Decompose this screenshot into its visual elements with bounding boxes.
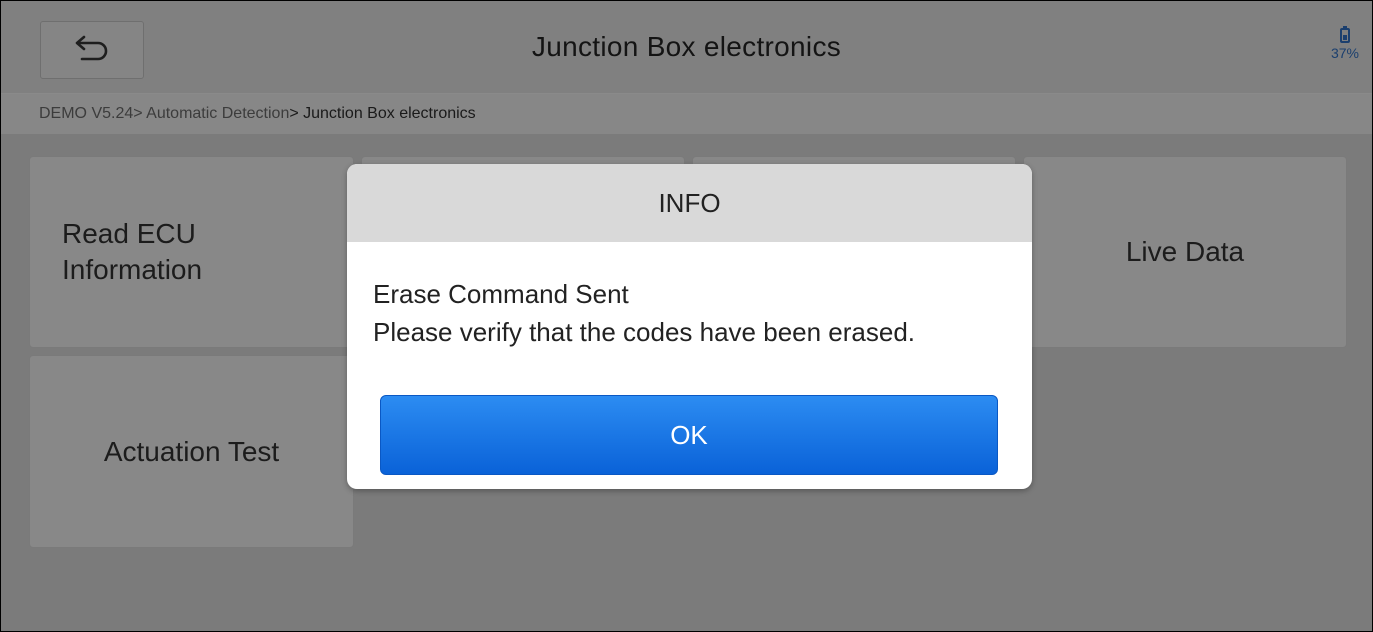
tile-label-line1: Read ECU — [62, 218, 196, 249]
tile-label: Read ECU Information — [62, 216, 202, 288]
live-data-tile[interactable]: Live Data — [1023, 156, 1347, 348]
tile-label: Live Data — [1125, 236, 1245, 267]
tile-label: Actuation Test — [103, 435, 280, 467]
page-title: Junction Box electronics — [531, 31, 842, 62]
info-dialog: INFO Erase Command Sent Please verify th… — [347, 164, 1032, 489]
actuation-test-tile[interactable]: Actuation Test — [29, 355, 354, 548]
breadcrumb-current: > Junction Box electronics — [289, 105, 476, 122]
battery-icon — [1340, 26, 1350, 43]
ok-button[interactable]: OK — [380, 395, 998, 475]
read-ecu-information-tile[interactable]: Read ECU Information — [29, 156, 354, 348]
breadcrumb: DEMO V5.24> Automatic Detection > Junctio… — [1, 94, 1372, 134]
dialog-message-line2: Please verify that the codes have been e… — [373, 317, 916, 347]
battery-percent: 37% — [1330, 45, 1360, 61]
dialog-title: INFO — [347, 164, 1032, 242]
dialog-message: Erase Command Sent Please verify that th… — [347, 242, 1032, 351]
back-arrow-icon — [72, 33, 112, 68]
app-screen: Junction Box electronics 37% DEMO V5.24>… — [0, 0, 1373, 632]
breadcrumb-path: DEMO V5.24> Automatic Detection — [39, 105, 290, 122]
dialog-message-line1: Erase Command Sent — [373, 279, 629, 309]
back-button[interactable] — [40, 21, 144, 79]
tile-label-line2: Information — [62, 254, 203, 285]
top-bar: Junction Box electronics 37% — [1, 1, 1372, 94]
battery-indicator: 37% — [1328, 26, 1362, 72]
